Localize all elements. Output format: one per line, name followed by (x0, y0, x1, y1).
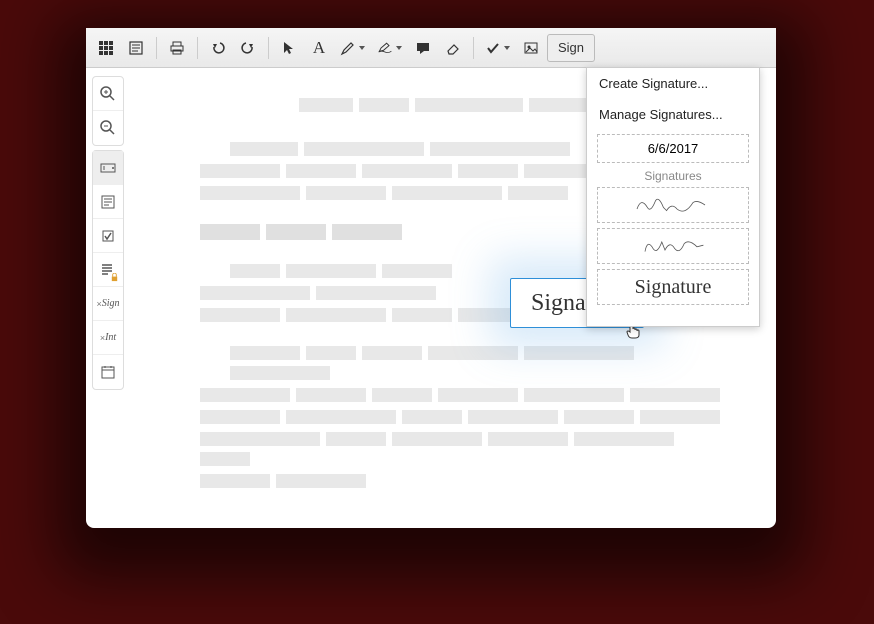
tools-group: ×Sign ×Int (92, 150, 124, 390)
checkbox-tool-icon[interactable] (93, 219, 123, 253)
checkmark-icon[interactable] (480, 34, 515, 62)
pointer-icon[interactable] (275, 34, 303, 62)
signature-option-1[interactable] (597, 187, 749, 223)
signature-tool-icon[interactable]: ×Sign (93, 287, 123, 321)
signature-option-3[interactable]: Signature (597, 269, 749, 305)
zoom-in-icon[interactable] (93, 77, 123, 111)
redo-icon[interactable] (234, 34, 262, 62)
image-icon[interactable] (517, 34, 545, 62)
sign-button[interactable]: Sign (547, 34, 595, 62)
text-field-tool-icon[interactable] (93, 151, 123, 185)
initials-tool-icon[interactable]: ×Int (93, 321, 123, 355)
signature-option-2[interactable] (597, 228, 749, 264)
app-window: A Sign Create Signature... Manage Signat… (86, 28, 776, 528)
date-stamp-option[interactable]: 6/6/2017 (597, 134, 749, 163)
zoom-out-icon[interactable] (93, 111, 123, 145)
chevron-down-icon (504, 46, 510, 50)
sign-button-label: Sign (558, 40, 584, 55)
thumbnails-icon[interactable] (92, 34, 120, 62)
form-lock-tool-icon[interactable] (93, 253, 123, 287)
zoom-group (92, 76, 124, 146)
page-icon[interactable] (122, 34, 150, 62)
toolbar-separator (473, 37, 474, 59)
chevron-down-icon (396, 46, 402, 50)
date-tool-icon[interactable] (93, 355, 123, 389)
comment-icon[interactable] (409, 34, 437, 62)
toolbar-separator (197, 37, 198, 59)
eraser-icon[interactable] (439, 34, 467, 62)
main-toolbar: A Sign (86, 28, 776, 68)
toolbar-separator (156, 37, 157, 59)
text-icon[interactable]: A (305, 34, 333, 62)
dropdown-section: 6/6/2017 Signatures Signature (587, 130, 759, 318)
left-sidebar: ×Sign ×Int (86, 68, 130, 528)
sign-dropdown: Create Signature... Manage Signatures...… (586, 67, 760, 327)
highlighter-icon[interactable] (372, 34, 407, 62)
create-signature-item[interactable]: Create Signature... (587, 68, 759, 99)
print-icon[interactable] (163, 34, 191, 62)
undo-icon[interactable] (204, 34, 232, 62)
manage-signatures-item[interactable]: Manage Signatures... (587, 99, 759, 130)
pen-icon[interactable] (335, 34, 370, 62)
toolbar-separator (268, 37, 269, 59)
signatures-section-label: Signatures (597, 169, 749, 183)
paragraph-tool-icon[interactable] (93, 185, 123, 219)
chevron-down-icon (359, 46, 365, 50)
